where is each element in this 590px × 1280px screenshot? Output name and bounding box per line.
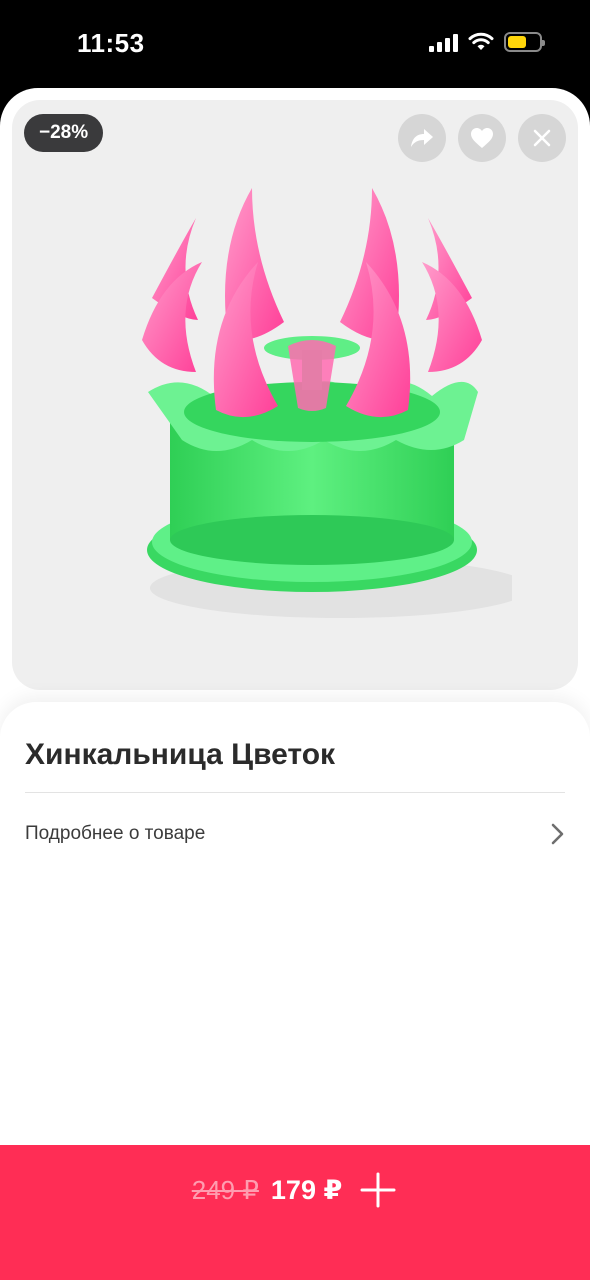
product-image xyxy=(142,188,512,618)
wifi-icon xyxy=(468,32,494,50)
status-bar: 11:53 xyxy=(0,0,590,90)
add-to-cart-bar[interactable]: 249 ₽ 179 ₽ xyxy=(0,1145,590,1280)
close-button[interactable] xyxy=(518,114,566,162)
chevron-right-icon xyxy=(551,823,564,845)
cellular-signal-icon xyxy=(429,32,458,52)
share-button[interactable] xyxy=(398,114,446,162)
discount-badge: −28% xyxy=(24,114,104,152)
new-price: 179 ₽ xyxy=(270,1174,343,1205)
divider xyxy=(25,792,565,793)
close-icon xyxy=(533,129,551,147)
share-icon xyxy=(411,129,433,147)
product-details-link[interactable]: Подробнее о товаре xyxy=(25,810,565,858)
product-sheet: −28% Хинкальница Цветок Подробнее о това… xyxy=(0,88,590,1280)
product-title: Хинкальница Цветок xyxy=(25,738,336,771)
product-photo-area: −28% xyxy=(12,100,578,690)
status-time: 11:53 xyxy=(77,28,145,58)
status-icons xyxy=(429,32,545,52)
old-price: 249 ₽ xyxy=(191,1174,259,1205)
price-group: 249 ₽ 179 ₽ xyxy=(192,1170,399,1210)
favorite-button[interactable] xyxy=(458,114,506,162)
plus-icon[interactable] xyxy=(358,1170,398,1210)
heart-icon xyxy=(471,128,493,148)
product-details-label: Подробнее о товаре xyxy=(25,823,206,844)
battery-icon xyxy=(504,32,545,52)
